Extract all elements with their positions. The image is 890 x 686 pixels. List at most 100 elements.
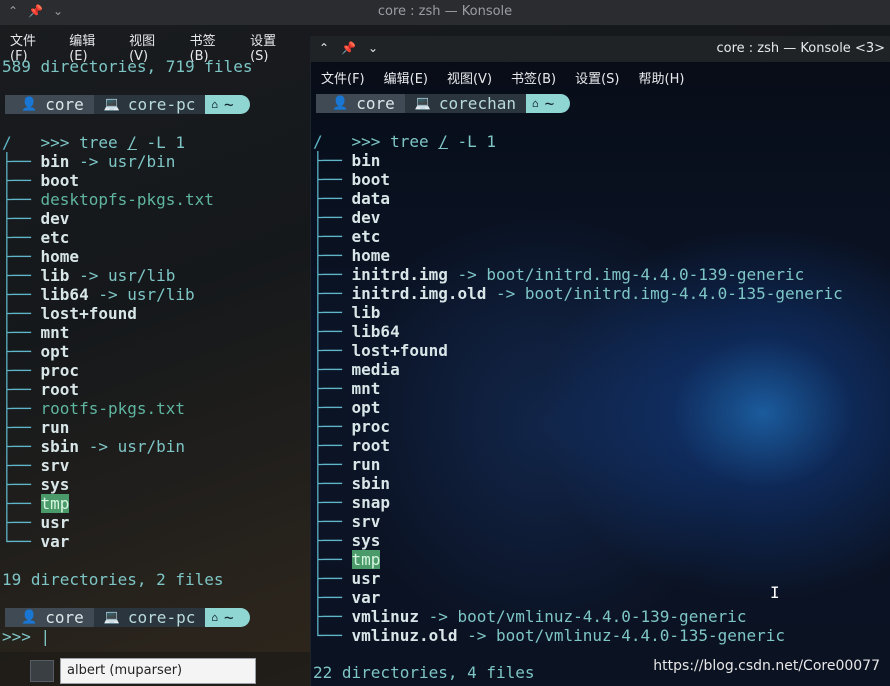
- entry-name: var: [351, 588, 381, 607]
- entry-name: run: [40, 418, 70, 437]
- tree-entry: ├── etc: [2, 228, 70, 247]
- tree-entry: ├── snap: [313, 493, 391, 512]
- tree-entry: ├── mnt: [2, 323, 70, 342]
- entry-name: home: [40, 247, 80, 266]
- tree-root: /: [313, 132, 323, 151]
- front-tree-output: / ├── bin ├── boot ├── data ├── dev ├── etc ├─…: [313, 132, 843, 664]
- menu-help[interactable]: 帮助(H): [639, 68, 685, 90]
- entry-name: sys: [351, 531, 381, 550]
- tree-entry: ├── boot: [313, 170, 391, 189]
- tree-entry: ├── dev: [2, 209, 70, 228]
- tree-entry: ├── lost+found: [313, 341, 448, 360]
- entry-name: dev: [40, 209, 70, 228]
- entry-name: opt: [351, 398, 381, 417]
- menu-bookmarks[interactable]: 书签(B): [511, 68, 556, 90]
- back-menubar: 文件(F) 编辑(E) 视图(V) 书签(B) 设置(S): [0, 30, 310, 64]
- entry-name: initrd.img.old: [351, 284, 487, 303]
- tree-entry: ├── etc: [313, 227, 381, 246]
- tree-entry: ├── tmp: [2, 494, 70, 513]
- prompt-user: core: [45, 95, 84, 114]
- tree-entry: ├── usr: [313, 569, 381, 588]
- tree-entry: ├── initrd.img.old -> boot/initrd.img-4.…: [313, 284, 843, 303]
- back-prompt-bar-2: 👤 core 💻 core-pc ⌂ ~: [5, 608, 250, 627]
- tree-entry: ├── lost+found: [2, 304, 137, 323]
- back-command-line-2[interactable]: >>> |: [2, 627, 50, 646]
- entry-link-target: boot/vmlinuz-4.4.0-139-generic: [457, 607, 747, 626]
- tree-entry: ├── sys: [2, 475, 70, 494]
- tree-entry: ├── initrd.img -> boot/initrd.img-4.4.0-…: [313, 265, 805, 284]
- entry-name: etc: [351, 227, 381, 246]
- menu-file[interactable]: 文件(F): [321, 68, 365, 90]
- chevron-down-icon[interactable]: ⌄: [368, 41, 378, 55]
- tree-entry: ├── run: [313, 455, 381, 474]
- tree-entry: ├── boot: [2, 171, 80, 190]
- home-icon: ⌂: [211, 98, 218, 111]
- entry-link-target: boot/vmlinuz-4.4.0-135-generic: [496, 626, 786, 645]
- tree-entry: ├── root: [2, 380, 80, 399]
- entry-name: mnt: [40, 323, 70, 342]
- launcher-input[interactable]: albert (muparser): [60, 658, 256, 684]
- front-prompt-bar: 👤 core 💻 corechan ⌂ ~: [316, 94, 571, 113]
- tree-entry: ├── bin -> usr/bin: [2, 152, 176, 171]
- entry-name: root: [351, 436, 391, 455]
- person-icon: 👤: [332, 96, 349, 111]
- menu-bookmarks[interactable]: 书签(B): [190, 30, 232, 64]
- back-window-title: core : zsh — Konsole: [377, 4, 513, 19]
- tree-entry: ├── dev: [313, 208, 381, 227]
- person-icon: 👤: [21, 610, 38, 625]
- tree-entry: └── var: [2, 532, 70, 551]
- entry-name: boot: [351, 170, 391, 189]
- tree-entry: ├── sys: [313, 531, 381, 550]
- chevron-up-icon[interactable]: ⌃: [319, 41, 329, 55]
- menu-edit[interactable]: 编辑(E): [69, 30, 110, 64]
- menu-edit[interactable]: 编辑(E): [384, 68, 428, 90]
- entry-name: opt: [40, 342, 70, 361]
- entry-name: srv: [40, 456, 70, 475]
- tree-entry: ├── proc: [313, 417, 391, 436]
- laptop-icon: 💻: [103, 97, 120, 112]
- entry-link-target: boot/initrd.img-4.4.0-139-generic: [486, 265, 805, 284]
- tree-entry: ├── run: [2, 418, 70, 437]
- back-prompt-bar: 👤 core 💻 core-pc ⌂ ~: [5, 95, 250, 114]
- entry-name: sys: [40, 475, 70, 494]
- tree-entry: ├── media: [313, 360, 400, 379]
- entry-link-target: usr/lib: [107, 266, 176, 285]
- pin-icon[interactable]: 📌: [341, 41, 356, 55]
- back-titlebar[interactable]: ⌃ 📌 ⌄ core : zsh — Konsole: [0, 0, 890, 25]
- entry-link-target: usr/bin: [117, 437, 186, 456]
- menu-file[interactable]: 文件(F): [10, 30, 50, 64]
- laptop-icon: 💻: [414, 96, 431, 111]
- menu-settings[interactable]: 设置(S): [250, 30, 291, 64]
- front-titlebar[interactable]: ⌃ 📌 ⌄ core : zsh — Konsole <3>: [311, 36, 890, 62]
- entry-name: lib: [351, 303, 381, 322]
- front-menubar: 文件(F) 编辑(E) 视图(V) 书签(B) 设置(S) 帮助(H): [311, 68, 890, 90]
- menu-view[interactable]: 视图(V): [447, 68, 492, 90]
- back-summary-top: 589 directories, 719 files: [2, 57, 253, 76]
- entry-name: bin: [351, 151, 381, 170]
- entry-name: mnt: [351, 379, 381, 398]
- watermark: https://blog.csdn.net/Core00077: [653, 658, 880, 674]
- entry-name: etc: [40, 228, 70, 247]
- tree-entry: ├── mnt: [313, 379, 381, 398]
- tree-entry: ├── data: [313, 189, 391, 208]
- menu-view[interactable]: 视图(V): [129, 30, 171, 64]
- tree-entry: ├── var: [313, 588, 381, 607]
- front-konsole-window[interactable]: ⌃ 📌 ⌄ core : zsh — Konsole <3> 文件(F) 编辑(…: [310, 36, 890, 686]
- laptop-icon: 💻: [103, 610, 120, 625]
- tree-entry: └── vmlinuz.old -> boot/vmlinuz-4.4.0-13…: [313, 626, 786, 645]
- launcher-icon[interactable]: [30, 660, 54, 682]
- front-window-title: core : zsh — Konsole <3>: [716, 41, 886, 56]
- tree-entry: ├── lib -> usr/lib: [2, 266, 176, 285]
- menu-settings[interactable]: 设置(S): [575, 68, 619, 90]
- tree-root: /: [2, 133, 12, 152]
- entry-name: lost+found: [351, 341, 448, 360]
- launcher-bar: albert (muparser): [0, 652, 310, 686]
- entry-name: srv: [351, 512, 381, 531]
- back-tree-output: / ├── bin -> usr/bin ├── boot ├── desktopfs…: [2, 133, 224, 589]
- entry-name: tmp: [40, 494, 70, 513]
- tree-entry: ├── proc: [2, 361, 80, 380]
- entry-name: media: [351, 360, 400, 379]
- entry-name: tmp: [351, 550, 381, 569]
- person-icon: 👤: [21, 97, 38, 112]
- tree-entry: ├── opt: [313, 398, 381, 417]
